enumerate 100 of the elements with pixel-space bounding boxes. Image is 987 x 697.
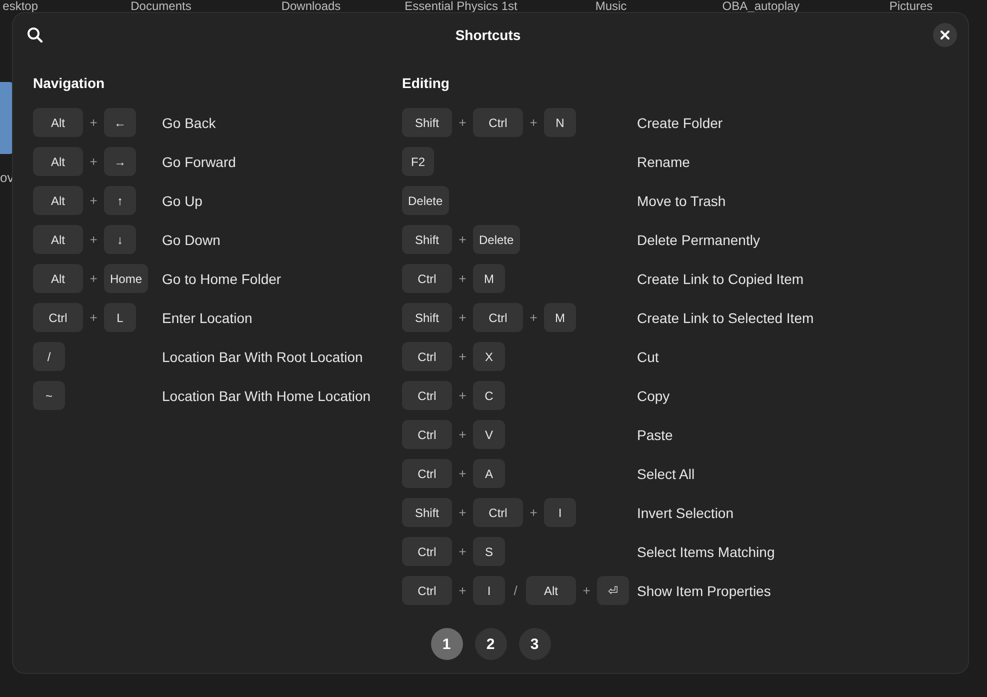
key-cap: M [473,264,505,293]
key-cap: Ctrl [33,303,83,332]
key-cap: ↑ [104,186,136,215]
shortcut-description: Location Bar With Home Location [162,388,371,404]
key-separator: + [458,388,468,403]
key-cap: ⏎ [597,576,629,605]
shortcut-description: Go to Home Folder [162,270,282,286]
section-title: Navigation [33,75,105,93]
shortcut-description: Rename [637,154,690,170]
key-cap: Alt [33,186,83,215]
key-cap: F2 [402,147,434,176]
close-button[interactable] [933,23,957,47]
page-button[interactable]: 1 [430,628,462,660]
search-icon[interactable] [27,27,43,43]
shortcut-description: Go Forward [162,154,236,170]
key-separator: + [458,310,468,325]
folder-label[interactable]: Downloads [236,0,386,13]
key-cap: I [473,576,505,605]
shortcut-description: Cut [637,348,659,364]
key-separator: + [458,583,468,598]
dialog-title: Shortcuts [455,27,521,43]
shortcut-description: Show Item Properties [637,582,771,598]
key-cap: A [473,459,505,488]
shortcut-description: Invert Selection [637,504,734,520]
key-separator: + [88,193,98,208]
key-cap: I [544,498,576,527]
key-cap: Ctrl [402,420,452,449]
key-cap: Alt [33,108,83,137]
key-cap: Home [104,264,148,293]
key-cap: Delete [402,186,449,215]
page-button[interactable]: 2 [474,628,506,660]
shortcut-description: Go Back [162,114,216,130]
key-separator: + [528,115,538,130]
key-cap: N [544,108,576,137]
key-cap: Shift [402,108,452,137]
key-cap: S [473,537,505,566]
key-cap: Ctrl [402,381,452,410]
key-separator: + [458,232,468,247]
key-separator: + [88,232,98,247]
key-separator: + [458,115,468,130]
key-separator: + [458,505,468,520]
page-button[interactable]: 3 [518,628,550,660]
key-cap: Ctrl [402,264,452,293]
key-cap: M [544,303,576,332]
key-cap: Shift [402,303,452,332]
key-cap: Alt [33,225,83,254]
shortcut-description: Create Link to Selected Item [637,310,814,326]
shortcut-description: Create Folder [637,114,723,130]
folder-label[interactable]: Pictures [836,0,986,13]
folder-label[interactable]: Documents [86,0,236,13]
section-title: Editing [402,75,450,93]
close-icon [940,30,950,40]
key-separator: + [88,154,98,169]
key-cap: Ctrl [402,537,452,566]
key-separator: / [512,583,518,598]
shortcut-description: Go Down [162,232,220,248]
key-cap: Ctrl [402,576,452,605]
key-cap: Shift [402,498,452,527]
key-cap: → [104,147,136,176]
key-cap: ← [104,108,136,137]
key-separator: + [88,115,98,130]
key-separator: + [458,544,468,559]
key-cap: X [473,342,505,371]
key-cap: C [473,381,505,410]
folder-icon[interactable] [0,82,13,154]
shortcut-description: Location Bar With Root Location [162,348,363,364]
key-cap: / [33,342,65,371]
key-separator: + [582,583,592,598]
shortcut-description: Delete Permanently [637,232,760,248]
key-cap: Alt [526,576,576,605]
key-separator: + [458,427,468,442]
shortcut-description: Select Items Matching [637,544,775,560]
key-cap: Delete [473,225,520,254]
key-cap: Shift [402,225,452,254]
shortcut-description: Enter Location [162,310,252,326]
key-separator: + [458,271,468,286]
key-cap: ~ [33,381,65,410]
key-cap: Ctrl [402,342,452,371]
shortcut-description: Select All [637,466,695,482]
folder-label[interactable]: Music [536,0,686,13]
key-separator: + [528,310,538,325]
shortcut-description: Paste [637,426,673,442]
shortcut-description: Copy [637,388,670,404]
shortcut-description: Move to Trash [637,192,726,208]
key-separator: + [88,310,98,325]
folder-label[interactable]: Essential Physics 1st [386,0,536,13]
folder-label[interactable]: OBA_autoplay [686,0,836,13]
key-cap: Ctrl [473,108,523,137]
key-cap: Ctrl [473,303,523,332]
key-cap: L [104,303,136,332]
shortcut-description: Go Up [162,192,202,208]
key-cap: ↓ [104,225,136,254]
key-cap: Ctrl [402,459,452,488]
key-cap: Alt [33,264,83,293]
key-separator: + [88,271,98,286]
key-cap: Ctrl [473,498,523,527]
folder-label[interactable]: esktop [0,0,86,13]
key-cap: Alt [33,147,83,176]
shortcut-description: Create Link to Copied Item [637,270,804,286]
key-separator: + [528,505,538,520]
